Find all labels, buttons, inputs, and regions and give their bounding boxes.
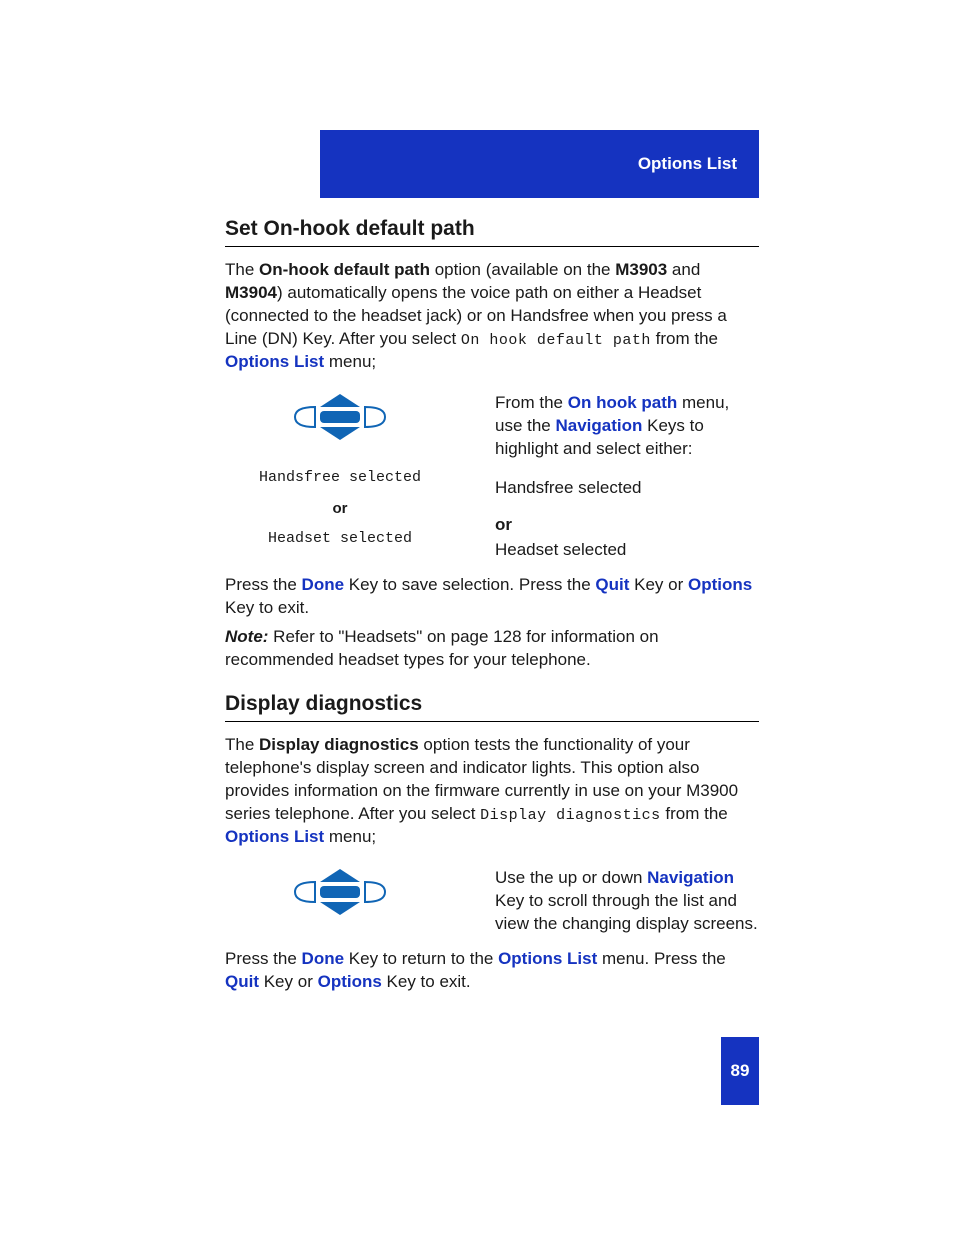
navigation-keys-icon	[285, 867, 395, 917]
section1-note: Note: Refer to "Headsets" on page 128 fo…	[225, 626, 759, 672]
right-or: or	[495, 514, 759, 537]
section1-right-column: From the On hook path menu, use the Navi…	[495, 392, 759, 562]
section1-heading: Set On-hook default path	[225, 215, 759, 247]
display-text-2: Headset selected	[225, 529, 455, 549]
section2-left-column	[225, 867, 455, 936]
section1-right-instruction: From the On hook path menu, use the Navi…	[495, 392, 759, 461]
section1-step-row: Handsfree selected or Headset selected F…	[225, 392, 759, 562]
navigation-keys-icon	[285, 392, 395, 442]
section1-intro: The On-hook default path option (availab…	[225, 259, 759, 374]
page-content: Set On-hook default path The On-hook def…	[225, 215, 759, 994]
section1-left-column: Handsfree selected or Headset selected	[225, 392, 455, 562]
right-option-1: Handsfree selected	[495, 477, 759, 500]
display-text-1: Handsfree selected	[225, 468, 455, 488]
section1-press-done: Press the Done Key to save selection. Pr…	[225, 574, 759, 620]
right-option-2: Headset selected	[495, 539, 759, 562]
section2-press-done: Press the Done Key to return to the Opti…	[225, 948, 759, 994]
section2-intro: The Display diagnostics option tests the…	[225, 734, 759, 849]
page-number: 89	[721, 1037, 759, 1105]
section2-right-column: Use the up or down Navigation Key to scr…	[495, 867, 759, 936]
section2-step-row: Use the up or down Navigation Key to scr…	[225, 867, 759, 936]
section2-heading: Display diagnostics	[225, 690, 759, 722]
header-title: Options List	[638, 153, 737, 176]
header-bar: Options List	[320, 130, 759, 198]
or-label-1: or	[225, 499, 455, 519]
